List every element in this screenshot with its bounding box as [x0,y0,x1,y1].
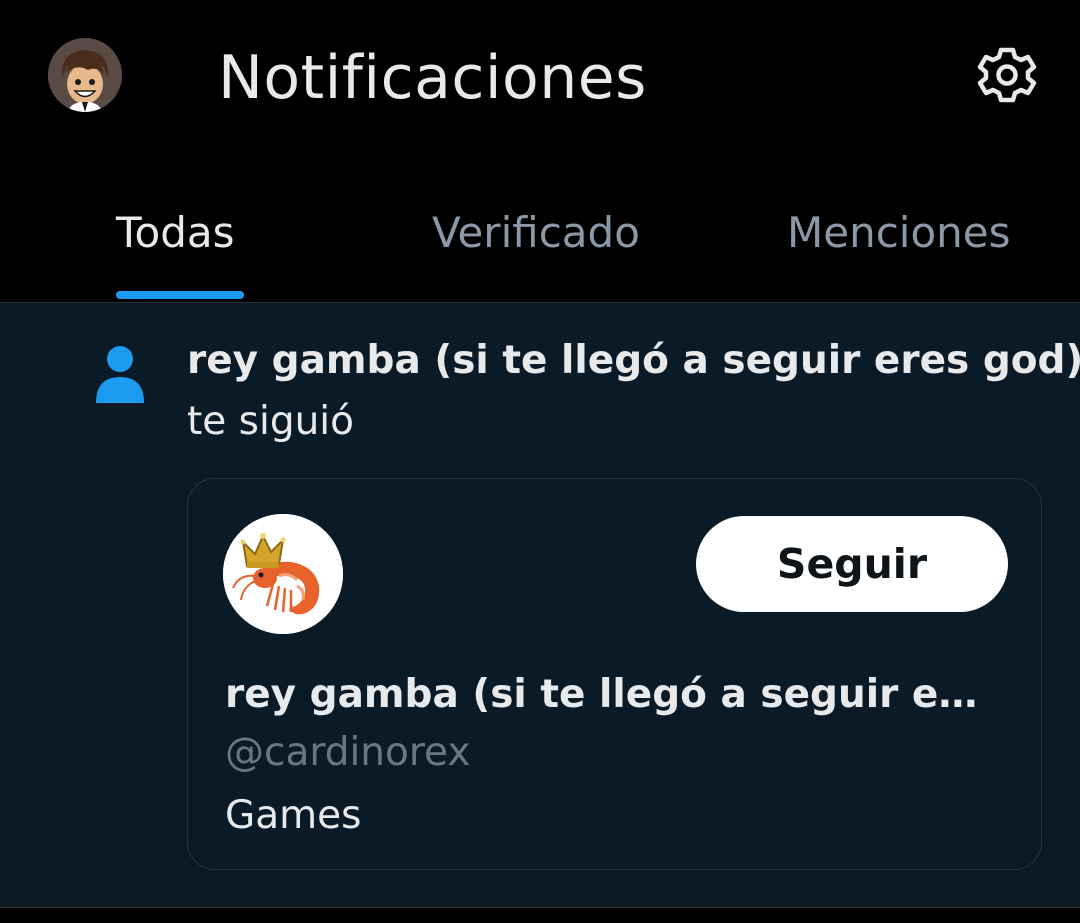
user-handle[interactable]: @cardinorex [225,725,470,781]
user-display-name[interactable]: rey gamba (si te llegó a seguir ere... [225,667,985,723]
page-title: Notificaciones [218,43,647,113]
notification-title: rey gamba (si te llegó a seguir eres god… [187,338,1080,383]
user-avatar-icon[interactable] [48,38,122,112]
active-tab-indicator [116,291,244,299]
notification-subtitle: te siguió [187,399,355,444]
person-icon [94,345,146,403]
tab-todas[interactable]: Todas [116,205,235,261]
user-card[interactable]: Seguir rey gamba (si te llegó a seguir e… [187,478,1042,870]
user-bio: Games [225,793,362,838]
gear-icon[interactable] [974,44,1040,106]
tab-verificado[interactable]: Verificado [432,205,640,261]
tab-menciones[interactable]: Menciones [787,205,1011,261]
notification-tabs: Todas Verificado Menciones [0,155,1080,303]
top-header: Notificaciones [0,0,1080,155]
follow-notification[interactable]: rey gamba (si te llegó a seguir eres god… [0,303,1080,908]
list-bottom-divider [0,908,1080,923]
follow-button[interactable]: Seguir [696,516,1008,612]
crowned-shrimp-avatar[interactable] [223,514,343,634]
